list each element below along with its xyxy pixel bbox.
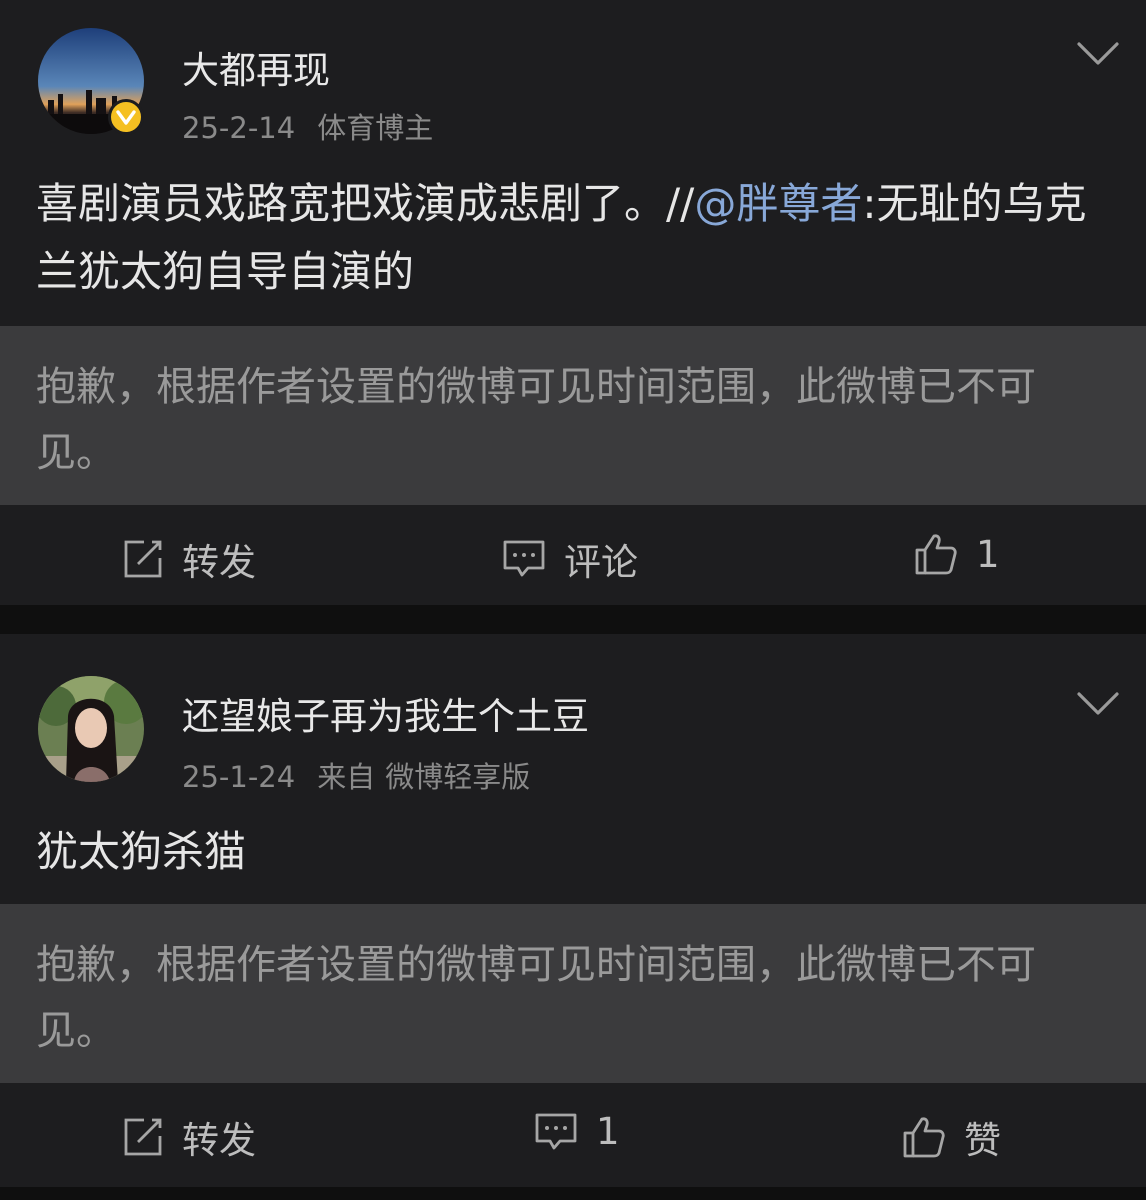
like-label: 赞	[964, 1119, 1001, 1162]
hidden-notice-text: 抱歉，根据作者设置的微博可见时间范围，此微博已不可见。	[36, 942, 1036, 1054]
comment-button[interactable]: 1	[534, 1110, 620, 1153]
post-text-part: 喜剧演员戏路宽把戏演成悲剧了。//	[36, 179, 695, 228]
repost-label: 转发	[182, 541, 256, 584]
hidden-notice[interactable]: 抱歉，根据作者设置的微博可见时间范围，此微博已不可见。	[0, 904, 1146, 1083]
like-icon	[903, 1117, 945, 1158]
author-name[interactable]: 还望娘子再为我生个土豆	[182, 686, 589, 740]
like-button[interactable]: 赞	[902, 1110, 1001, 1164]
like-icon	[915, 534, 957, 575]
weibo-post: 还望娘子再为我生个土豆 25-1-24 来自 微博轻享版 犹太狗杀猫 抱歉，根据作者…	[0, 634, 1146, 1187]
like-button[interactable]: 1	[914, 532, 1000, 576]
repost-icon	[124, 1118, 162, 1156]
post-meta: 25-1-24 来自 微博轻享版	[182, 754, 552, 796]
comment-count: 1	[596, 1110, 620, 1153]
comment-label: 评论	[564, 541, 638, 584]
like-count: 1	[976, 532, 1000, 576]
post-text: 犹太狗杀猫	[36, 827, 247, 876]
repost-button[interactable]: 转发	[122, 1110, 256, 1164]
comment-icon	[503, 540, 545, 577]
author-tag: 体育博主	[317, 111, 434, 145]
author-name[interactable]: 大都再现	[182, 40, 330, 94]
hidden-notice-text: 抱歉，根据作者设置的微博可见时间范围，此微博已不可见。	[36, 364, 1036, 476]
verified-badge-icon	[108, 99, 144, 135]
hidden-notice[interactable]: 抱歉，根据作者设置的微博可见时间范围，此微博已不可见。	[0, 326, 1146, 505]
repost-label: 转发	[182, 1119, 256, 1162]
comment-icon	[535, 1113, 577, 1149]
post-source[interactable]: 微博轻享版	[385, 760, 530, 794]
source-prefix: 来自	[317, 760, 376, 794]
post-meta: 25-2-14 体育博主	[182, 105, 455, 147]
avatar[interactable]	[38, 676, 144, 782]
post-text: 喜剧演员戏路宽把戏演成悲剧了。//@胖尊者:无耻的乌克兰犹太狗自导自演的	[36, 170, 1111, 306]
weibo-post: 大都再现 25-2-14 体育博主 喜剧演员戏路宽把戏演成悲剧了。//@胖尊者:无…	[0, 0, 1146, 605]
repost-icon	[124, 540, 162, 578]
post-date: 25-1-24	[182, 760, 296, 794]
comment-button[interactable]: 评论	[502, 532, 638, 586]
chevron-down-icon[interactable]	[1076, 40, 1120, 68]
chevron-down-icon[interactable]	[1076, 690, 1120, 718]
mention-link[interactable]: @胖尊者	[694, 179, 862, 228]
repost-button[interactable]: 转发	[122, 532, 256, 586]
post-date: 25-2-14	[182, 111, 296, 145]
